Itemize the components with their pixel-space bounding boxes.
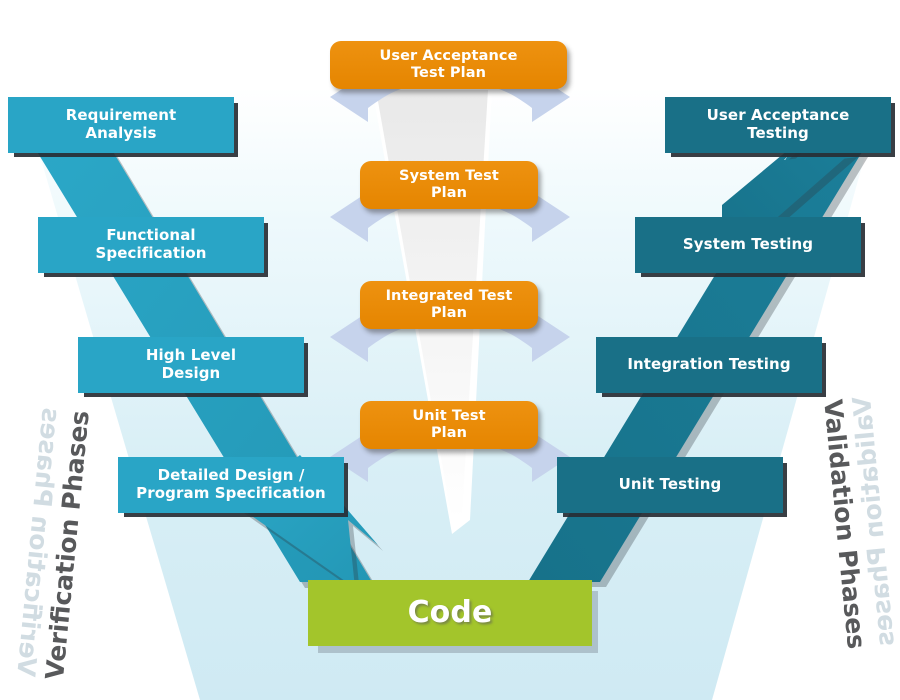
phase-box-detailed-design[interactable]: Detailed Design / Program Specification: [118, 457, 344, 513]
plan-label-line2: Plan: [430, 425, 468, 441]
phase-box-system-testing[interactable]: System Testing: [635, 217, 861, 273]
plan-label-line1: Unit Test: [412, 407, 486, 424]
plan-box-unit-test-plan[interactable]: Unit Test Plan: [360, 401, 538, 449]
code-label: Code: [407, 595, 493, 631]
phase-label-line1: System Testing: [682, 235, 814, 254]
plan-label-line1: User Acceptance: [379, 47, 518, 64]
plan-label-line2: Test Plan: [410, 65, 486, 81]
phase-label-line2: Testing: [747, 124, 809, 142]
phase-label-line2: Program Specification: [136, 484, 326, 502]
phase-label-line2: Specification: [95, 244, 207, 262]
plan-label-line1: System Test: [399, 167, 499, 184]
phase-label-line1: High Level: [145, 346, 237, 365]
v-model-diagram: Requirement Analysis Functional Specific…: [0, 0, 900, 700]
phase-label-line1: Detailed Design /: [157, 466, 305, 485]
phase-box-user-acceptance-testing[interactable]: User Acceptance Testing: [665, 97, 891, 153]
phase-box-integration-testing[interactable]: Integration Testing: [596, 337, 822, 393]
plan-box-integrated-test-plan[interactable]: Integrated Test Plan: [360, 281, 538, 329]
phase-label-line1: User Acceptance: [706, 106, 850, 125]
phase-label-line1: Integration Testing: [627, 355, 791, 374]
plan-label-line2: Plan: [430, 305, 468, 321]
plan-box-user-acceptance-test-plan[interactable]: User Acceptance Test Plan: [330, 41, 567, 89]
plan-box-system-test-plan[interactable]: System Test Plan: [360, 161, 538, 209]
plan-label-line2: Plan: [430, 185, 468, 201]
phase-box-unit-testing[interactable]: Unit Testing: [557, 457, 783, 513]
phase-label-line2: Design: [161, 364, 221, 382]
plan-label-line1: Integrated Test: [385, 287, 513, 304]
phase-box-functional-specification[interactable]: Functional Specification: [38, 217, 264, 273]
phase-label-line1: Requirement: [65, 106, 177, 125]
code-box[interactable]: Code: [308, 580, 592, 646]
phase-box-high-level-design[interactable]: High Level Design: [78, 337, 304, 393]
phase-label-line2: Analysis: [85, 124, 157, 142]
phase-box-requirement-analysis[interactable]: Requirement Analysis: [8, 97, 234, 153]
phase-label-line1: Unit Testing: [618, 475, 722, 494]
phase-label-line1: Functional: [106, 226, 196, 245]
